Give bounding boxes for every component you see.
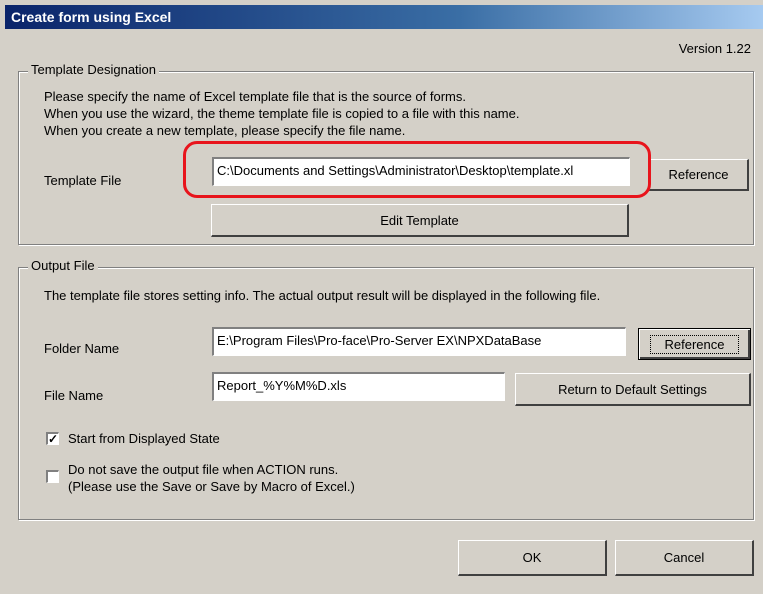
output-file-label: Output File [28, 258, 98, 273]
title-bar[interactable]: Create form using Excel [5, 5, 763, 29]
template-reference-button[interactable]: Reference [649, 159, 749, 191]
template-description-line3: When you create a new template, please s… [44, 123, 406, 138]
output-description: The template file stores setting info. T… [44, 288, 601, 303]
nosave-checkbox[interactable] [46, 470, 59, 483]
start-displayed-label[interactable]: Start from Displayed State [68, 431, 220, 446]
edit-template-button[interactable]: Edit Template [211, 204, 629, 237]
version-label: Version 1.22 [678, 41, 751, 56]
window-title: Create form using Excel [11, 9, 172, 25]
nosave-label-line2[interactable]: (Please use the Save or Save by Macro of… [68, 479, 355, 494]
dialog-window: Create form using Excel Version 1.22 Tem… [0, 0, 763, 594]
template-file-label: Template File [44, 173, 122, 188]
folder-reference-label: Reference [649, 334, 740, 354]
file-name-input[interactable]: Report_%Y%M%D.xls [212, 372, 505, 401]
folder-name-input[interactable]: E:\Program Files\Pro-face\Pro-Server EX\… [212, 327, 626, 356]
template-description-line2: When you use the wizard, the theme templ… [44, 106, 520, 121]
template-designation-label: Template Designation [28, 62, 160, 77]
ok-button[interactable]: OK [458, 540, 607, 576]
folder-name-label: Folder Name [44, 341, 120, 356]
return-default-settings-button[interactable]: Return to Default Settings [515, 373, 751, 406]
cancel-button[interactable]: Cancel [615, 540, 754, 576]
start-displayed-checkbox[interactable]: ✓ [46, 432, 59, 445]
file-name-label: File Name [44, 388, 104, 403]
red-highlight-annotation [183, 141, 651, 198]
nosave-label-line1[interactable]: Do not save the output file when ACTION … [68, 462, 338, 477]
folder-reference-button[interactable]: Reference [638, 328, 751, 360]
template-description-line1: Please specify the name of Excel templat… [44, 89, 466, 104]
